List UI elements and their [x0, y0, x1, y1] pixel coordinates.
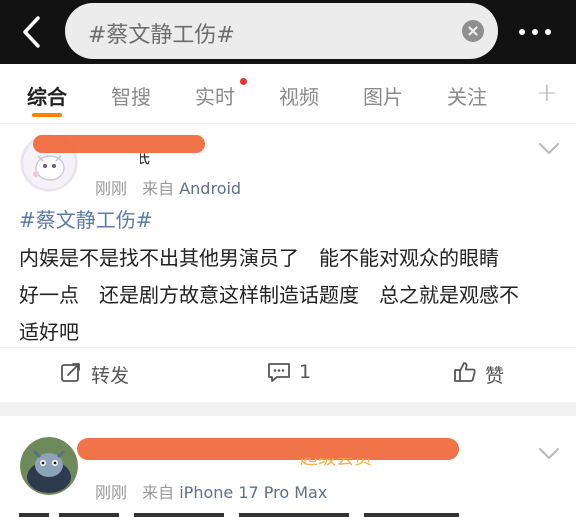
name-redaction [33, 135, 205, 153]
tab-images[interactable]: 图片 [363, 81, 403, 110]
tab-following[interactable]: 关注 [447, 81, 487, 110]
like-label: 赞 [485, 365, 505, 387]
post-content: 内娱是不是找不出其他男演员了 能不能对观众的眼睛 好一点 还是剧方故意这样制造话… [19, 240, 564, 351]
tab-smart-search[interactable]: 智搜 [111, 81, 151, 110]
comment-icon [268, 363, 290, 382]
post-card[interactable]: 宛风眠 刚刚 来自 Android #蔡文静工伤# 内娱是不是找不出其他男演员了… [0, 125, 576, 402]
avatar-image-icon [20, 437, 78, 495]
active-tab-indicator [32, 113, 62, 117]
source-prefix: 来自 [142, 179, 175, 198]
post-meta: 刚刚 来自 Android [95, 175, 241, 199]
source-prefix: 来自 [142, 483, 175, 502]
chevron-left-icon [23, 16, 40, 48]
post-time: 刚刚 [95, 483, 128, 502]
content-line: 好一点 还是剧方故意这样制造话题度 总之就是观感不 [19, 283, 519, 307]
truncated-content-line [19, 513, 459, 517]
post-actions: 转发 1 赞 [0, 347, 576, 403]
comment-button[interactable]: 1 [267, 358, 317, 388]
tab-realtime[interactable]: 实时 [195, 81, 235, 110]
post-meta: 刚刚 来自 iPhone 17 Pro Max [95, 479, 327, 503]
chevron-down-icon[interactable] [538, 142, 560, 156]
like-button[interactable]: 赞 [453, 358, 513, 388]
repost-label: 转发 [91, 365, 130, 387]
post-card[interactable]: 超级会员 刚刚 来自 iPhone 17 Pro Max [0, 416, 576, 517]
content-line: 内娱是不是找不出其他男演员了 能不能对观众的眼睛 [19, 246, 499, 270]
avatar[interactable] [20, 437, 78, 495]
search-input[interactable]: #蔡文静工伤# [65, 3, 498, 59]
search-query: #蔡文静工伤# [88, 23, 235, 48]
post-source: Android [179, 179, 242, 198]
post-divider [0, 402, 576, 416]
thumbs-up-icon [454, 362, 476, 382]
post-time: 刚刚 [95, 179, 128, 198]
post-source: iPhone 17 Pro Max [179, 483, 328, 502]
clear-search-button[interactable] [462, 20, 484, 42]
add-tab-button[interactable]: + [536, 78, 558, 108]
more-options-button[interactable] [515, 22, 555, 42]
more-dot-icon [545, 29, 551, 35]
repost-button[interactable]: 转发 [60, 358, 140, 388]
content-line: 适好吧 [19, 320, 79, 344]
name-redaction [77, 438, 459, 460]
post-hashtag[interactable]: #蔡文静工伤# [19, 204, 153, 233]
back-button[interactable] [18, 14, 46, 50]
repost-icon [61, 363, 80, 382]
tab-video[interactable]: 视频 [279, 81, 319, 110]
more-dot-icon [519, 29, 525, 35]
search-tabs: 综合 智搜 实时 视频 图片 关注 + [0, 64, 576, 124]
close-icon [468, 26, 478, 36]
realtime-badge-dot [240, 78, 247, 85]
tab-comprehensive[interactable]: 综合 [27, 81, 67, 110]
more-dot-icon [532, 29, 538, 35]
top-bar: #蔡文静工伤# [0, 0, 576, 64]
chevron-down-icon[interactable] [538, 447, 560, 461]
comment-count: 1 [299, 361, 312, 383]
